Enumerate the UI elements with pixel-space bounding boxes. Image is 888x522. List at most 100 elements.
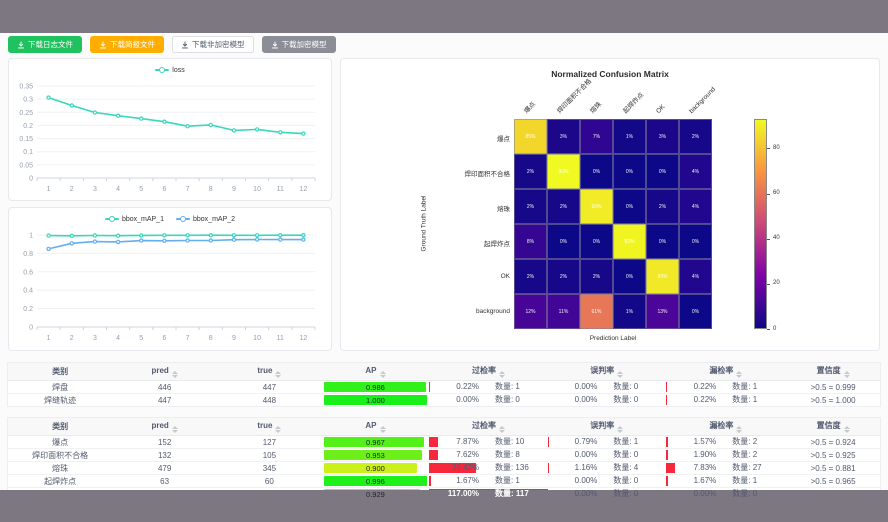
- button-label: 下载非加密模型: [192, 41, 245, 49]
- legend-item-bbox_mAP_1[interactable]: bbox_mAP_1: [105, 215, 164, 223]
- legend-item-loss[interactable]: loss: [155, 66, 184, 74]
- cell-pred: 446: [112, 381, 217, 394]
- col-header-true[interactable]: true: [217, 418, 322, 436]
- cell-pred: 447: [112, 394, 217, 407]
- legend-marker-icon: [176, 215, 190, 223]
- cell-label: 爆点: [8, 436, 113, 449]
- cell-over: 117.00%数量: 117: [429, 488, 548, 501]
- cell-miss: 7.83%数量: 27: [666, 462, 786, 475]
- sort-icon[interactable]: [844, 371, 850, 378]
- sort-icon[interactable]: [617, 371, 623, 378]
- svg-text:0.8: 0.8: [23, 251, 33, 258]
- cell-ap: 0.996: [322, 475, 429, 488]
- sort-icon[interactable]: [380, 371, 386, 378]
- svg-text:12: 12: [300, 186, 308, 193]
- matrix-cell: 89%: [646, 259, 679, 294]
- sort-icon[interactable]: [499, 371, 505, 378]
- rate-count: 数量: 0: [597, 449, 665, 461]
- cell-over: 7.62%数量: 8: [429, 449, 548, 462]
- col-header-conf[interactable]: 置信度: [786, 363, 880, 381]
- colorbar-tick-label: 80: [773, 145, 780, 151]
- loss-chart-panel: loss 00.050.10.150.20.250.30.35123456789…: [8, 58, 332, 201]
- col-header-label: true: [257, 421, 272, 430]
- sort-icon[interactable]: [172, 371, 178, 378]
- download-log-button[interactable]: 下载日志文件: [8, 36, 82, 53]
- col-header-label: 漏检率: [709, 366, 733, 375]
- sort-asc-arrow: [275, 371, 281, 374]
- svg-text:2: 2: [70, 186, 74, 193]
- button-label: 下载简报文件: [110, 41, 155, 49]
- rate-text: 1.16%数量: 4: [548, 462, 666, 474]
- legend-item-bbox_mAP_2[interactable]: bbox_mAP_2: [176, 215, 235, 223]
- download-unencrypted-model-button[interactable]: 下载非加密模型: [172, 36, 254, 53]
- sort-icon[interactable]: [275, 371, 281, 378]
- matrix-row-label: 焊印面积不合格: [403, 168, 510, 178]
- cell-pred: 479: [112, 462, 217, 475]
- table-row: 焊缝轨迹4474481.0000.00%数量: 00.00%数量: 00.22%…: [8, 394, 881, 407]
- download-encrypted-model-button[interactable]: 下载加密模型: [262, 36, 336, 53]
- download-report-button[interactable]: 下载简报文件: [90, 36, 164, 53]
- col-header-pred[interactable]: pred: [112, 363, 217, 381]
- col-header-conf[interactable]: 置信度: [786, 418, 880, 436]
- cell-confidence: >0.5 = 1.000: [786, 394, 880, 407]
- col-header-label: 过检率: [472, 366, 496, 375]
- sort-icon[interactable]: [275, 426, 281, 433]
- metrics-table-1: 类别predtrueAP过检率误判率漏检率置信度焊盘4464470.9860.2…: [7, 362, 881, 407]
- sort-asc-arrow: [736, 371, 742, 374]
- rate-percent: 0.00%: [429, 394, 479, 406]
- matrix-row-label: 起焊炸点: [403, 238, 510, 248]
- sort-icon[interactable]: [172, 426, 178, 433]
- rate-percent: 0.00%: [548, 381, 597, 393]
- svg-text:6: 6: [162, 186, 166, 193]
- cell-true: 448: [217, 394, 322, 407]
- col-header-ap[interactable]: AP: [322, 363, 429, 381]
- rate-text: 0.22%数量: 1: [429, 381, 548, 393]
- sort-icon[interactable]: [380, 426, 386, 433]
- sort-desc-arrow: [844, 375, 850, 378]
- rate-count: 数量: 0: [597, 381, 665, 393]
- sort-desc-arrow: [617, 430, 623, 433]
- sort-icon[interactable]: [844, 426, 850, 433]
- cell-ap: 0.953: [322, 449, 429, 462]
- col-header-mis[interactable]: 误判率: [548, 363, 666, 381]
- col-header-over[interactable]: 过检率: [429, 418, 548, 436]
- sort-asc-arrow: [172, 371, 178, 374]
- colorbar-tick: [767, 284, 770, 285]
- matrix-cell: 13%: [646, 294, 679, 329]
- ap-value: 0.900: [324, 463, 427, 473]
- cell-miss: 1.67%数量: 1: [666, 475, 786, 488]
- cell-label: 焊印面积不合格: [8, 449, 113, 462]
- rate-count: 数量: 0: [479, 394, 548, 406]
- sort-icon[interactable]: [736, 371, 742, 378]
- sort-icon[interactable]: [617, 426, 623, 433]
- col-header-mis[interactable]: 误判率: [548, 418, 666, 436]
- rate-count: 数量: 117: [479, 488, 548, 500]
- download-icon: [99, 41, 107, 49]
- table-row: 起焊炸点63600.9961.67%数量: 10.00%数量: 01.67%数量…: [8, 475, 881, 488]
- rate-text: 1.67%数量: 1: [429, 475, 548, 487]
- window-chrome-top: [0, 0, 888, 33]
- sort-icon[interactable]: [736, 426, 742, 433]
- sort-desc-arrow: [499, 375, 505, 378]
- col-header-miss[interactable]: 漏检率: [666, 418, 786, 436]
- colorbar-tick-label: 40: [773, 235, 780, 241]
- sort-desc-arrow: [736, 375, 742, 378]
- svg-text:7: 7: [186, 335, 190, 342]
- col-header-miss[interactable]: 漏检率: [666, 363, 786, 381]
- col-header-true[interactable]: true: [217, 363, 322, 381]
- col-header-over[interactable]: 过检率: [429, 363, 548, 381]
- cell-mis: 0.00%数量: 0: [548, 394, 666, 407]
- cell-over: 1.67%数量: 1: [429, 475, 548, 488]
- sort-desc-arrow: [499, 430, 505, 433]
- sort-icon[interactable]: [499, 426, 505, 433]
- col-header-label: AP: [365, 366, 376, 375]
- col-header-pred[interactable]: pred: [112, 418, 217, 436]
- rate-text: 39.42%数量: 136: [429, 462, 548, 474]
- rate-percent: 0.79%: [548, 436, 597, 448]
- loss-chart: 00.050.10.150.20.250.30.3512345678910111…: [9, 78, 331, 201]
- table-row: 焊盘4464470.9860.22%数量: 10.00%数量: 00.22%数量…: [8, 381, 881, 394]
- cell-pred: 63: [112, 475, 217, 488]
- col-header-ap[interactable]: AP: [322, 418, 429, 436]
- rate-percent: 117.00%: [429, 488, 479, 500]
- cell-mis: 0.79%数量: 1: [548, 436, 666, 449]
